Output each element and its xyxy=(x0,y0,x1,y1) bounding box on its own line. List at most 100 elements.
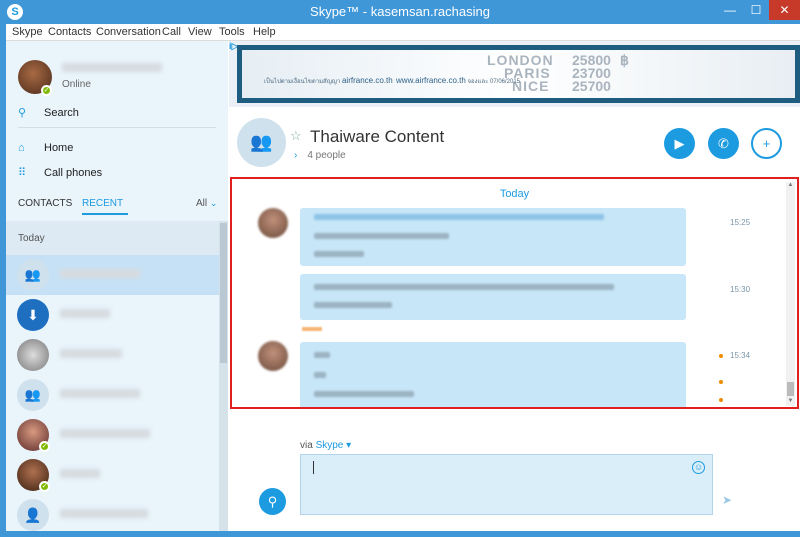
message-line-blurred xyxy=(314,302,392,308)
download-avatar-icon: ⬇ xyxy=(17,299,49,331)
video-call-icon: ▶ xyxy=(674,136,685,151)
participants-toggle[interactable]: › 4 people xyxy=(294,150,346,161)
contact-name-blurred xyxy=(60,389,140,398)
scroll-up-icon[interactable]: ▲ xyxy=(786,182,795,188)
tab-contacts[interactable]: CONTACTS xyxy=(18,198,72,209)
sender-name-blurred xyxy=(302,327,322,331)
ad-currency: ฿ xyxy=(620,52,629,68)
menu-bar: Skype Contacts Conversation Call View To… xyxy=(0,24,800,41)
chat-scrollbar[interactable]: ▲ ▼ xyxy=(786,182,795,406)
window-title: Skype™ - kasemsan.rachasing xyxy=(310,4,490,19)
send-icon[interactable]: ➤ xyxy=(722,493,732,507)
sidebar: ✓ Online ⚲ Search ⌂ Home ⠿ Call phones CONT… xyxy=(6,41,228,531)
divider xyxy=(18,127,216,128)
scroll-down-icon[interactable]: ▼ xyxy=(786,398,795,404)
sender-avatar[interactable] xyxy=(258,341,288,371)
tab-recent[interactable]: RECENT xyxy=(82,198,123,209)
message-line-blurred xyxy=(314,284,614,290)
chat-history[interactable]: Today 15:25 15:30 15:34 ▲ ▼ xyxy=(230,177,799,409)
menu-skype[interactable]: Skype xyxy=(12,26,43,38)
group-avatar-icon[interactable]: 👥 xyxy=(237,118,286,167)
message-line-blurred xyxy=(314,391,414,397)
menu-contacts[interactable]: Contacts xyxy=(48,26,91,38)
message-line-blurred xyxy=(314,214,604,220)
add-person-icon: + xyxy=(762,136,771,151)
via-service[interactable]: Skype xyxy=(316,440,344,451)
phone-icon: ✆ xyxy=(718,136,729,151)
title-bar: S Skype™ - kasemsan.rachasing — ☐ ✕ xyxy=(0,0,800,24)
ad-content[interactable]: LONDON PARIS NICE 25800 23700 25700 ฿ เป… xyxy=(237,45,800,103)
my-name-blurred[interactable] xyxy=(62,63,162,72)
menu-tools[interactable]: Tools xyxy=(219,26,245,38)
recent-item[interactable]: ✓ xyxy=(6,415,219,455)
attach-file-button[interactable]: ⚲ xyxy=(259,488,286,515)
message-time: 15:34 xyxy=(730,351,751,360)
menu-conversation[interactable]: Conversation xyxy=(96,26,161,38)
message-line-blurred xyxy=(314,372,326,378)
recent-item[interactable]: ✓ xyxy=(6,455,219,495)
favorite-star-icon[interactable]: ☆ xyxy=(290,128,302,144)
message-bubble[interactable] xyxy=(300,274,686,320)
online-status-icon: ✓ xyxy=(39,441,50,452)
group-avatar-icon: 👥 xyxy=(17,259,49,291)
call-phones-link[interactable]: ⠿ Call phones xyxy=(18,166,102,179)
recent-item[interactable]: 👤 xyxy=(6,495,219,531)
menu-call[interactable]: Call xyxy=(162,26,181,38)
date-separator: Today xyxy=(499,188,530,200)
online-status-icon: ✓ xyxy=(41,85,52,96)
ad-text: เป็นไปตามเงื่อนไขตามสัญญา airfrance.co.t… xyxy=(264,76,521,85)
add-people-button[interactable]: + xyxy=(751,128,782,159)
window-frame-bottom xyxy=(0,531,800,537)
recent-item-group[interactable]: 👥 xyxy=(6,255,219,295)
chevron-right-icon: › xyxy=(294,150,298,161)
chat-scroll-thumb[interactable] xyxy=(787,382,794,396)
person-avatar-icon: 👤 xyxy=(17,499,49,531)
ad-banner[interactable]: i▷ LONDON PARIS NICE 25800 23700 25700 ฿… xyxy=(229,41,800,107)
contact-name-blurred xyxy=(60,469,100,478)
search-icon: ⚲ xyxy=(18,107,27,119)
contact-name-blurred xyxy=(60,309,110,318)
maximize-button[interactable]: ☐ xyxy=(743,0,769,20)
text-cursor xyxy=(313,461,314,474)
message-time: 15:25 xyxy=(730,218,751,227)
chevron-down-icon: ⌄ xyxy=(209,198,218,208)
message-input[interactable]: ☺ xyxy=(300,454,713,515)
minimize-button[interactable]: — xyxy=(717,0,743,20)
message-bubble[interactable] xyxy=(300,342,686,407)
tab-recent-indicator xyxy=(82,213,128,215)
dialpad-icon: ⠿ xyxy=(18,167,27,179)
recent-item-group[interactable]: 👥 xyxy=(6,375,219,415)
close-button[interactable]: ✕ xyxy=(769,0,800,20)
recent-list-header: Today xyxy=(6,221,228,255)
unread-indicator xyxy=(719,380,723,384)
menu-view[interactable]: View xyxy=(188,26,212,38)
unread-indicator xyxy=(719,398,723,402)
filter-all-dropdown[interactable]: All ⌄ xyxy=(196,198,217,209)
video-call-button[interactable]: ▶ xyxy=(664,128,695,159)
via-selector[interactable]: via Skype ▾ xyxy=(300,440,351,451)
message-bubble[interactable] xyxy=(300,208,686,266)
voice-call-button[interactable]: ✆ xyxy=(708,128,739,159)
paperclip-icon: ⚲ xyxy=(267,494,278,509)
message-time: 15:30 xyxy=(730,285,751,294)
sender-avatar[interactable] xyxy=(258,208,288,238)
emoticon-icon[interactable]: ☺ xyxy=(692,461,705,474)
contact-name-blurred xyxy=(60,429,150,438)
recent-item[interactable] xyxy=(6,335,219,375)
contact-name-blurred xyxy=(60,509,148,518)
unread-indicator xyxy=(719,354,723,358)
conversation-title[interactable]: Thaiware Content xyxy=(310,127,444,147)
message-line-blurred xyxy=(314,251,364,257)
message-line-blurred xyxy=(314,233,449,239)
recent-item[interactable]: ⬇ xyxy=(6,295,219,335)
group-avatar-icon: 👥 xyxy=(17,379,49,411)
online-status-icon: ✓ xyxy=(39,481,50,492)
search-link[interactable]: ⚲ Search xyxy=(18,106,79,119)
home-icon: ⌂ xyxy=(18,142,25,154)
my-status[interactable]: Online xyxy=(62,79,91,90)
chevron-down-icon: ▾ xyxy=(346,440,352,451)
menu-help[interactable]: Help xyxy=(253,26,276,38)
contact-list-scroll-thumb[interactable] xyxy=(220,223,227,363)
home-link[interactable]: ⌂ Home xyxy=(18,142,73,154)
contact-name-blurred xyxy=(60,349,122,358)
